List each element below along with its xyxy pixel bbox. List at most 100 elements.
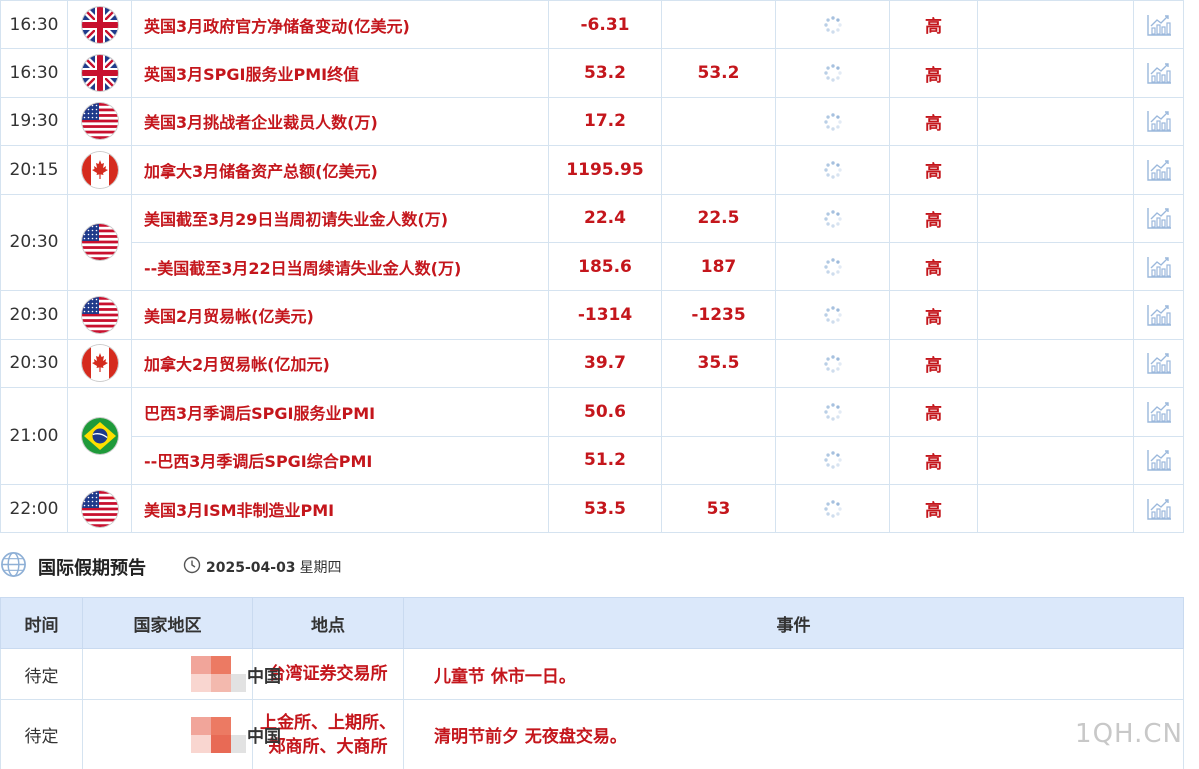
header-place: 地点 <box>252 597 404 649</box>
chart-icon[interactable] <box>1146 13 1172 37</box>
event-name[interactable]: 巴西3月季调后SPGI服务业PMI <box>131 387 549 437</box>
chart-icon[interactable] <box>1146 351 1172 375</box>
event-actual: 1195.95 <box>548 145 662 195</box>
chart-cell <box>1133 241 1184 292</box>
chart-cell <box>1133 338 1184 389</box>
chart-icon[interactable] <box>1146 303 1172 327</box>
event-row: 16:30 英国3月SPGI服务业PMI终值 53.2 53.2 高 <box>0 48 1184 98</box>
event-forecast: 53 <box>661 483 776 534</box>
status-cell <box>775 435 890 485</box>
event-actual: 17.2 <box>548 96 662 147</box>
chart-icon[interactable] <box>1146 109 1172 133</box>
globe-icon <box>1 552 26 577</box>
event-actual: 22.4 <box>548 193 662 243</box>
holiday-event: 清明节前夕 无夜盘交易。 <box>403 699 1184 769</box>
chart-icon[interactable] <box>1146 400 1172 424</box>
chart-icon[interactable] <box>1146 61 1172 85</box>
holiday-table: 时间 国家地区 地点 事件 待定 中国 台湾证券交易所 儿童节 休市一日。 待定… <box>0 597 1184 769</box>
event-importance: 高 <box>889 241 978 292</box>
canada-flag-icon <box>81 345 118 382</box>
holiday-time: 待定 <box>0 699 83 769</box>
holiday-country-cell: 中国 <box>82 699 281 769</box>
loading-spinner-icon <box>823 63 843 83</box>
status-cell <box>775 96 890 147</box>
event-name[interactable]: 英国3月SPGI服务业PMI终值 <box>131 48 549 98</box>
flag-cell <box>67 0 132 50</box>
empty-cell <box>977 290 1134 340</box>
event-actual: 185.6 <box>548 241 662 292</box>
chart-cell <box>1133 387 1184 437</box>
header-time: 时间 <box>0 597 83 649</box>
empty-cell <box>977 48 1134 98</box>
flag-cell <box>67 96 132 147</box>
event-forecast: 35.5 <box>661 338 776 389</box>
chart-icon[interactable] <box>1146 158 1172 182</box>
empty-cell <box>977 387 1134 437</box>
empty-cell <box>977 96 1134 147</box>
status-cell <box>775 48 890 98</box>
economic-calendar-table: 16:30 英国3月政府官方净储备变动(亿美元) -6.31 高 16:30 英国3月SP… <box>0 0 1184 534</box>
brazil-flag-icon <box>81 418 118 455</box>
status-cell <box>775 145 890 195</box>
holiday-country-cell: 中国 <box>82 648 281 700</box>
event-time: 20:30 <box>0 193 68 292</box>
event-actual: -1314 <box>548 290 662 340</box>
event-importance: 高 <box>889 483 978 534</box>
status-cell <box>775 290 890 340</box>
uk-flag-icon <box>81 6 118 43</box>
event-name[interactable]: 美国截至3月29日当周初请失业金人数(万) <box>131 193 549 243</box>
loading-spinner-icon <box>823 499 843 519</box>
us-flag-icon <box>81 224 118 261</box>
empty-cell <box>977 435 1134 485</box>
empty-cell <box>977 483 1134 534</box>
chart-icon[interactable] <box>1146 206 1172 230</box>
status-cell <box>775 387 890 437</box>
empty-cell <box>977 241 1134 292</box>
loading-spinner-icon <box>823 402 843 422</box>
event-name[interactable]: 美国3月挑战者企业裁员人数(万) <box>131 96 549 147</box>
event-row: 21:00 巴西3月季调后SPGI服务业PMI 50.6 高 <box>0 387 1184 485</box>
event-time: 20:30 <box>0 338 68 389</box>
chart-icon[interactable] <box>1146 255 1172 279</box>
event-forecast <box>661 145 776 195</box>
empty-cell <box>977 145 1134 195</box>
event-time: 21:00 <box>0 387 68 485</box>
event-forecast <box>661 0 776 50</box>
holiday-row: 待定 中国 上金所、上期所、 郑商所、大商所 清明节前夕 无夜盘交易。 <box>0 699 1184 769</box>
event-name[interactable]: 英国3月政府官方净储备变动(亿美元) <box>131 0 549 50</box>
holiday-weekday: 星期四 <box>299 560 342 576</box>
watermark: 1QH.CN <box>1075 719 1183 749</box>
chart-icon[interactable] <box>1146 497 1172 521</box>
holiday-date-value: 2025-04-03 <box>206 560 296 576</box>
us-flag-icon <box>81 297 118 334</box>
event-forecast: 53.2 <box>661 48 776 98</box>
event-row: 20:30 美国2月贸易帐(亿美元) -1314 -1235 高 <box>0 290 1184 340</box>
loading-spinner-icon <box>823 354 843 374</box>
event-actual: 53.5 <box>548 483 662 534</box>
event-name[interactable]: 美国2月贸易帐(亿美元) <box>131 290 549 340</box>
event-name[interactable]: --巴西3月季调后SPGI综合PMI <box>131 435 549 485</box>
flag-cell <box>67 290 132 340</box>
holiday-country: 中国 <box>247 727 281 747</box>
chart-cell <box>1133 483 1184 534</box>
status-cell <box>775 338 890 389</box>
event-row: --美国截至3月22日当周续请失业金人数(万) 185.6 187 高 <box>1 241 1184 292</box>
header-region: 国家地区 <box>82 597 253 649</box>
event-row: --巴西3月季调后SPGI综合PMI 51.2 高 <box>1 435 1184 485</box>
holiday-country: 中国 <box>247 666 281 687</box>
event-name[interactable]: 加拿大2月贸易帐(亿加元) <box>131 338 549 389</box>
event-name[interactable]: 加拿大3月储备资产总额(亿美元) <box>131 145 549 195</box>
event-row: 20:30 美国截至3月29日当周初请失业金人数(万) 22.4 22.5 高 <box>0 193 1184 292</box>
event-name[interactable]: 美国3月ISM非制造业PMI <box>131 483 549 534</box>
chart-icon[interactable] <box>1146 448 1172 472</box>
flag-cell <box>67 145 132 195</box>
loading-spinner-icon <box>823 305 843 325</box>
empty-cell <box>977 338 1134 389</box>
event-forecast <box>661 435 776 485</box>
chart-cell <box>1133 96 1184 147</box>
event-row: 19:30 美国3月挑战者企业裁员人数(万) 17.2 高 <box>0 96 1184 147</box>
event-time: 16:30 <box>0 0 68 50</box>
event-forecast: 22.5 <box>661 193 776 243</box>
event-name[interactable]: --美国截至3月22日当周续请失业金人数(万) <box>131 241 549 292</box>
event-importance: 高 <box>889 290 978 340</box>
